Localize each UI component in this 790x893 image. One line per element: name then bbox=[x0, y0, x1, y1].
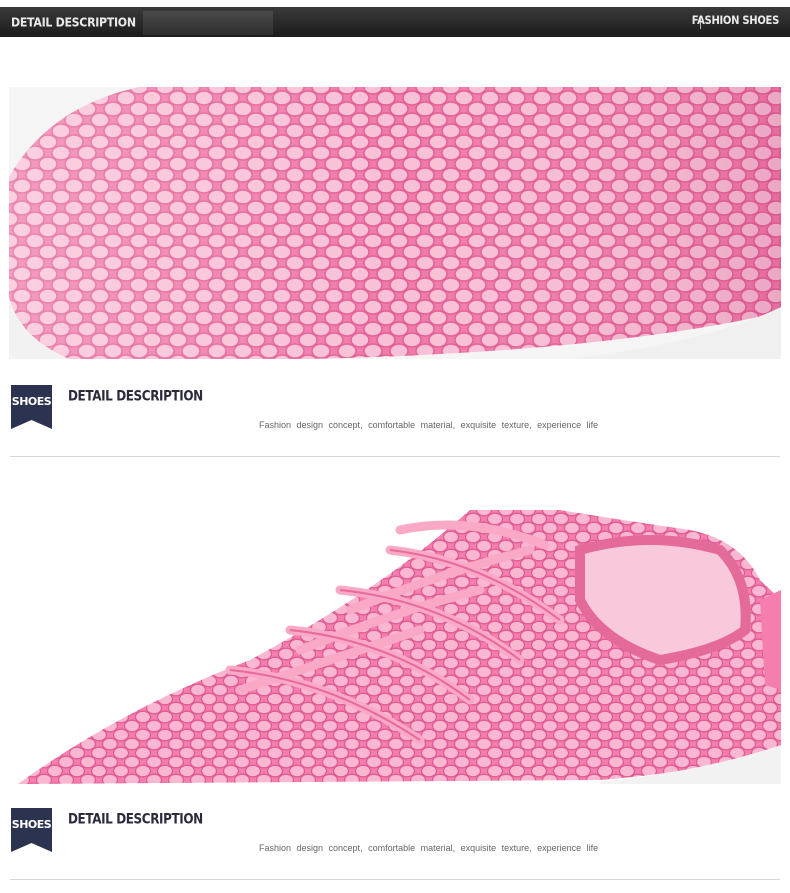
mesh-closeup-photo bbox=[9, 87, 781, 359]
banner-tab-block bbox=[143, 11, 273, 35]
badge-label: SHOES bbox=[11, 818, 52, 831]
section-divider bbox=[10, 879, 780, 880]
section-caption: Fashion design concept, comfortable mate… bbox=[259, 420, 599, 430]
detail-section-2: SHOES DETAIL DESCRIPTION Fashion design … bbox=[0, 808, 790, 868]
badge-label: SHOES bbox=[11, 395, 52, 408]
section-heading: DETAIL DESCRIPTION bbox=[68, 388, 203, 405]
banner-title: DETAIL DESCRIPTION bbox=[11, 15, 136, 30]
laces-closeup-photo bbox=[0, 510, 781, 784]
top-banner: DETAIL DESCRIPTION FASHION SHOES bbox=[0, 7, 790, 37]
section-divider bbox=[10, 456, 780, 457]
banner-right-label: FASHION SHOES bbox=[691, 15, 780, 28]
detail-section-1: SHOES DETAIL DESCRIPTION Fashion design … bbox=[0, 385, 790, 445]
section-caption: Fashion design concept, comfortable mate… bbox=[259, 843, 599, 853]
section-heading: DETAIL DESCRIPTION bbox=[68, 811, 203, 828]
